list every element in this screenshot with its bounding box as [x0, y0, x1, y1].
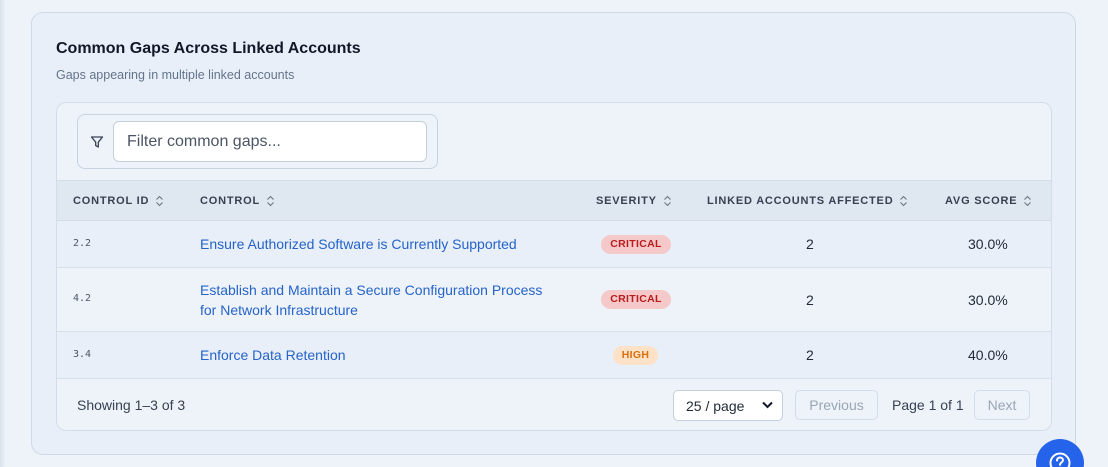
header-label: SEVERITY	[596, 195, 657, 207]
linked-accounts-affected: 2	[806, 236, 814, 252]
control-link-line: Establish and Maintain a Secure Configur…	[200, 282, 543, 298]
sort-icon	[900, 195, 908, 207]
severity-badge: CRITICAL	[601, 235, 671, 254]
table-row: 2.2 Ensure Authorized Software is Curren…	[57, 221, 1051, 268]
table-row: 3.4 Enforce Data Retention HIGH 2 40.0%	[57, 332, 1051, 379]
header-control-id[interactable]: CONTROL ID	[73, 181, 164, 222]
header-label: AVG SCORE	[945, 195, 1018, 207]
header-label: CONTROL ID	[73, 195, 150, 207]
control-id: 4.2	[73, 293, 92, 304]
table-header: CONTROL ID CONTROL SEVERITY LINKED ACCOU…	[57, 180, 1051, 222]
sort-icon	[1024, 195, 1032, 207]
filter-bar	[77, 114, 438, 169]
severity-badge: CRITICAL	[601, 290, 671, 309]
control-id: 2.2	[73, 238, 92, 249]
control-id: 3.4	[73, 349, 92, 360]
pagination-footer: Showing 1–3 of 3 25 / page Previous Page…	[57, 379, 1051, 430]
avg-score: 40.0%	[968, 347, 1008, 363]
filter-icon	[90, 136, 104, 148]
help-icon	[1049, 452, 1071, 467]
linked-accounts-affected: 2	[806, 292, 814, 308]
header-severity[interactable]: SEVERITY	[596, 181, 672, 222]
avg-score: 30.0%	[968, 236, 1008, 252]
gaps-table: CONTROL ID CONTROL SEVERITY LINKED ACCOU…	[56, 102, 1052, 431]
header-control[interactable]: CONTROL	[200, 181, 275, 222]
severity-badge: HIGH	[613, 346, 658, 365]
control-link-line: for Network Infrastructure	[200, 302, 358, 318]
control-link[interactable]: Enforce Data Retention	[200, 345, 346, 365]
next-button[interactable]: Next	[974, 390, 1030, 420]
linked-accounts-affected: 2	[806, 347, 814, 363]
control-link[interactable]: Ensure Authorized Software is Currently …	[200, 234, 517, 254]
page-size-value: 25 / page	[686, 398, 745, 414]
sort-icon	[663, 195, 671, 207]
header-linked-accounts-affected[interactable]: LINKED ACCOUNTS AFFECTED	[707, 181, 908, 222]
avg-score: 30.0%	[968, 292, 1008, 308]
filter-input[interactable]	[113, 121, 427, 162]
header-label: CONTROL	[200, 195, 260, 207]
left-edge-strip	[0, 0, 6, 467]
previous-button[interactable]: Previous	[795, 390, 878, 420]
chevron-down-icon	[762, 401, 773, 409]
header-avg-score[interactable]: AVG SCORE	[945, 181, 1032, 222]
showing-count: Showing 1–3 of 3	[77, 397, 186, 413]
sort-icon	[156, 195, 164, 207]
page-size-select[interactable]: 25 / page	[673, 390, 783, 421]
card-subtitle: Gaps appearing in multiple linked accoun…	[56, 68, 295, 82]
control-link[interactable]: Establish and Maintain a Secure Configur…	[200, 280, 542, 320]
card-title: Common Gaps Across Linked Accounts	[56, 40, 361, 57]
sort-icon	[267, 195, 274, 207]
table-row: 4.2 Establish and Maintain a Secure Conf…	[57, 268, 1051, 332]
page-info: Page 1 of 1	[892, 397, 964, 413]
header-label: LINKED ACCOUNTS AFFECTED	[707, 195, 894, 207]
common-gaps-card: Common Gaps Across Linked Accounts Gaps …	[31, 12, 1076, 455]
